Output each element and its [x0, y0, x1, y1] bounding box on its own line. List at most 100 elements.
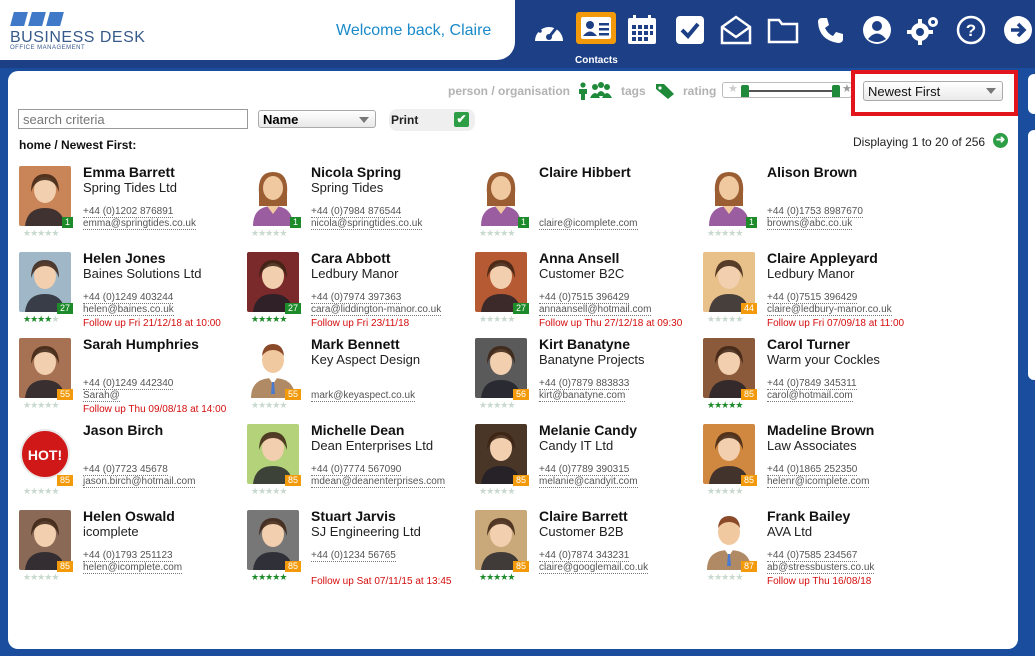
contact-name[interactable]: Michelle Dean	[311, 422, 404, 438]
contact-avatar[interactable]: 85	[473, 422, 529, 486]
calendar-icon[interactable]	[622, 10, 662, 50]
rating-stars-icon[interactable]: ★★★★★	[251, 572, 287, 583]
contact-follow-up[interactable]: Follow up Thu 09/08/18 at 14:00	[83, 404, 226, 415]
rating-stars-icon[interactable]: ★★★★★	[479, 572, 515, 583]
contact-card[interactable]: 27 ★★★★★ Cara Abbott Ledbury Manor +44 (0)79…	[245, 250, 473, 336]
contact-card[interactable]: 55 ★★★★★ Sarah Humphries +44 (0)1249 442340…	[17, 336, 245, 422]
contact-phone[interactable]: +44 (0)7515 396429	[539, 292, 630, 304]
contact-name[interactable]: Stuart Jarvis	[311, 508, 396, 524]
contact-avatar[interactable]: 1	[245, 164, 301, 228]
contact-phone[interactable]: +44 (0)1793 251123	[83, 550, 173, 562]
contact-name[interactable]: Claire Barrett	[539, 508, 628, 524]
contact-name[interactable]: Alison Brown	[767, 164, 857, 180]
organisation-filter-icon[interactable]	[590, 82, 612, 105]
phone-icon[interactable]	[810, 10, 850, 50]
contact-phone[interactable]: +44 (0)1865 252350	[767, 464, 858, 476]
contact-name[interactable]: Sarah Humphries	[83, 336, 199, 352]
rating-range-slider[interactable]: ★ ★	[722, 82, 852, 98]
sort-order-select[interactable]: Newest First	[863, 81, 1003, 101]
print-toggle[interactable]: Print ✔	[389, 109, 475, 131]
tasks-icon[interactable]	[670, 10, 710, 50]
contact-name[interactable]: Madeline Brown	[767, 422, 874, 438]
contact-card[interactable]: 85 ★★★★★ Helen Oswald icomplete +44 (0)1793 …	[17, 508, 245, 594]
contact-card[interactable]: 1 ★★★★★ Alison Brown +44 (0)1753 8987670 bro…	[701, 164, 929, 250]
contact-phone[interactable]: +44 (0)1202 876891	[83, 206, 174, 218]
contact-email[interactable]: claire@ledbury-manor.co.uk	[767, 304, 892, 316]
rating-stars-icon[interactable]: ★★★★★	[479, 400, 515, 411]
contact-card[interactable]: 27 ★★★★★ Anna Ansell Customer B2C +44 (0)751…	[473, 250, 701, 336]
contact-avatar[interactable]: 85	[701, 336, 757, 400]
rating-min-handle[interactable]	[741, 85, 749, 97]
contact-avatar[interactable]: 27	[17, 250, 73, 314]
contact-email[interactable]: nicola@springtides.co.uk	[311, 218, 423, 230]
contact-email[interactable]: kirt@banatyne.com	[539, 390, 626, 402]
contact-avatar[interactable]: 1	[701, 164, 757, 228]
contact-email[interactable]: cara@liddington-manor.co.uk	[311, 304, 442, 316]
tag-icon[interactable]	[655, 83, 675, 104]
mail-icon[interactable]	[716, 10, 756, 50]
contact-phone[interactable]: +44 (0)7723 45678	[83, 464, 168, 476]
contact-avatar[interactable]: 55	[17, 336, 73, 400]
contact-card[interactable]: 87 ★★★★★ Frank Bailey AVA Ltd +44 (0)7585 23…	[701, 508, 929, 594]
contact-name[interactable]: Claire Appleyard	[767, 250, 878, 266]
contact-email[interactable]: annaansell@hotmail.com	[539, 304, 652, 316]
contact-name[interactable]: Frank Bailey	[767, 508, 850, 524]
contact-avatar[interactable]: 27	[245, 250, 301, 314]
rating-stars-icon[interactable]: ★★★★★	[23, 228, 59, 239]
contact-name[interactable]: Anna Ansell	[539, 250, 619, 266]
contact-card[interactable]: 55 ★★★★★ Mark Bennett Key Aspect Design mark…	[245, 336, 473, 422]
contact-follow-up[interactable]: Follow up Thu 16/08/18	[767, 576, 871, 587]
contact-name[interactable]: Carol Turner	[767, 336, 850, 352]
contact-name[interactable]: Melanie Candy	[539, 422, 637, 438]
rating-stars-icon[interactable]: ★★★★★	[707, 314, 743, 325]
contact-name[interactable]: Kirt Banatyne	[539, 336, 630, 352]
rating-stars-icon[interactable]: ★★★★★	[707, 486, 743, 497]
contact-avatar[interactable]: 1	[473, 164, 529, 228]
contact-phone[interactable]: +44 (0)7789 390315	[539, 464, 630, 476]
contact-card[interactable]: 85 ★★★★★ Melanie Candy Candy IT Ltd +44 (0)7…	[473, 422, 701, 508]
contact-email[interactable]: carol@hotmail.com	[767, 390, 853, 402]
contact-avatar[interactable]: 87	[701, 508, 757, 572]
rating-stars-icon[interactable]: ★★★★★	[23, 486, 59, 497]
contact-name[interactable]: Mark Bennett	[311, 336, 400, 352]
rating-stars-icon[interactable]: ★★★★★	[707, 572, 743, 583]
rating-stars-icon[interactable]: ★★★★★	[23, 314, 59, 325]
contact-email[interactable]: jason.birch@hotmail.com	[83, 476, 196, 488]
user-icon[interactable]	[857, 10, 897, 50]
folder-icon[interactable]	[763, 10, 803, 50]
contact-email[interactable]: browns@abc.co.uk	[767, 218, 853, 230]
contact-name[interactable]: Helen Oswald	[83, 508, 175, 524]
contact-phone[interactable]: +44 (0)1249 403244	[83, 292, 174, 304]
search-input[interactable]	[18, 109, 248, 129]
contact-card[interactable]: HOT! 85 ★★★★★ Jason Birch +44 (0)7723 45678 j…	[17, 422, 245, 508]
contact-name[interactable]: Cara Abbott	[311, 250, 391, 266]
contact-phone[interactable]: +44 (0)7774 567090	[311, 464, 402, 476]
contact-avatar[interactable]: 56	[473, 336, 529, 400]
contact-phone[interactable]: +44 (0)7849 345311	[767, 378, 857, 390]
next-page-arrow-icon[interactable]: ➜	[993, 133, 1008, 148]
contact-avatar[interactable]: 85	[245, 422, 301, 486]
contact-phone[interactable]: +44 (0)7515 396429	[767, 292, 858, 304]
contact-card[interactable]: 1 ★★★★★ Claire Hibbert claire@icomplete.com	[473, 164, 701, 250]
contact-name[interactable]: Jason Birch	[83, 422, 163, 438]
contact-avatar[interactable]: 85	[701, 422, 757, 486]
contact-email[interactable]: ab@stressbusters.co.uk	[767, 562, 875, 574]
contact-avatar[interactable]: 85	[473, 508, 529, 572]
contact-card[interactable]: 56 ★★★★★ Kirt Banatyne Banatyne Projects +44…	[473, 336, 701, 422]
contact-card[interactable]: 44 ★★★★★ Claire Appleyard Ledbury Manor +44 …	[701, 250, 929, 336]
contact-avatar[interactable]: 27	[473, 250, 529, 314]
contact-email[interactable]: Sarah@	[83, 390, 120, 402]
rating-stars-icon[interactable]: ★★★★★	[479, 486, 515, 497]
contact-card[interactable]: 1 ★★★★★ Nicola Spring Spring Tides +44 (0)79…	[245, 164, 473, 250]
contact-name[interactable]: Emma Barrett	[83, 164, 175, 180]
rating-stars-icon[interactable]: ★★★★★	[23, 572, 59, 583]
rating-stars-icon[interactable]: ★★★★★	[251, 314, 287, 325]
contact-phone[interactable]: +44 (0)7974 397363	[311, 292, 402, 304]
dashboard-icon[interactable]	[529, 10, 569, 50]
contact-card[interactable]: 85 ★★★★★ Michelle Dean Dean Enterprises Ltd…	[245, 422, 473, 508]
person-filter-icon[interactable]	[577, 82, 589, 105]
contact-avatar[interactable]: 85	[245, 508, 301, 572]
contact-email[interactable]: mdean@deanenterprises.com	[311, 476, 446, 488]
contact-card[interactable]: 85 ★★★★★ Claire Barrett Customer B2B +44 (0)…	[473, 508, 701, 594]
contact-phone[interactable]: +44 (0)7984 876544	[311, 206, 402, 218]
